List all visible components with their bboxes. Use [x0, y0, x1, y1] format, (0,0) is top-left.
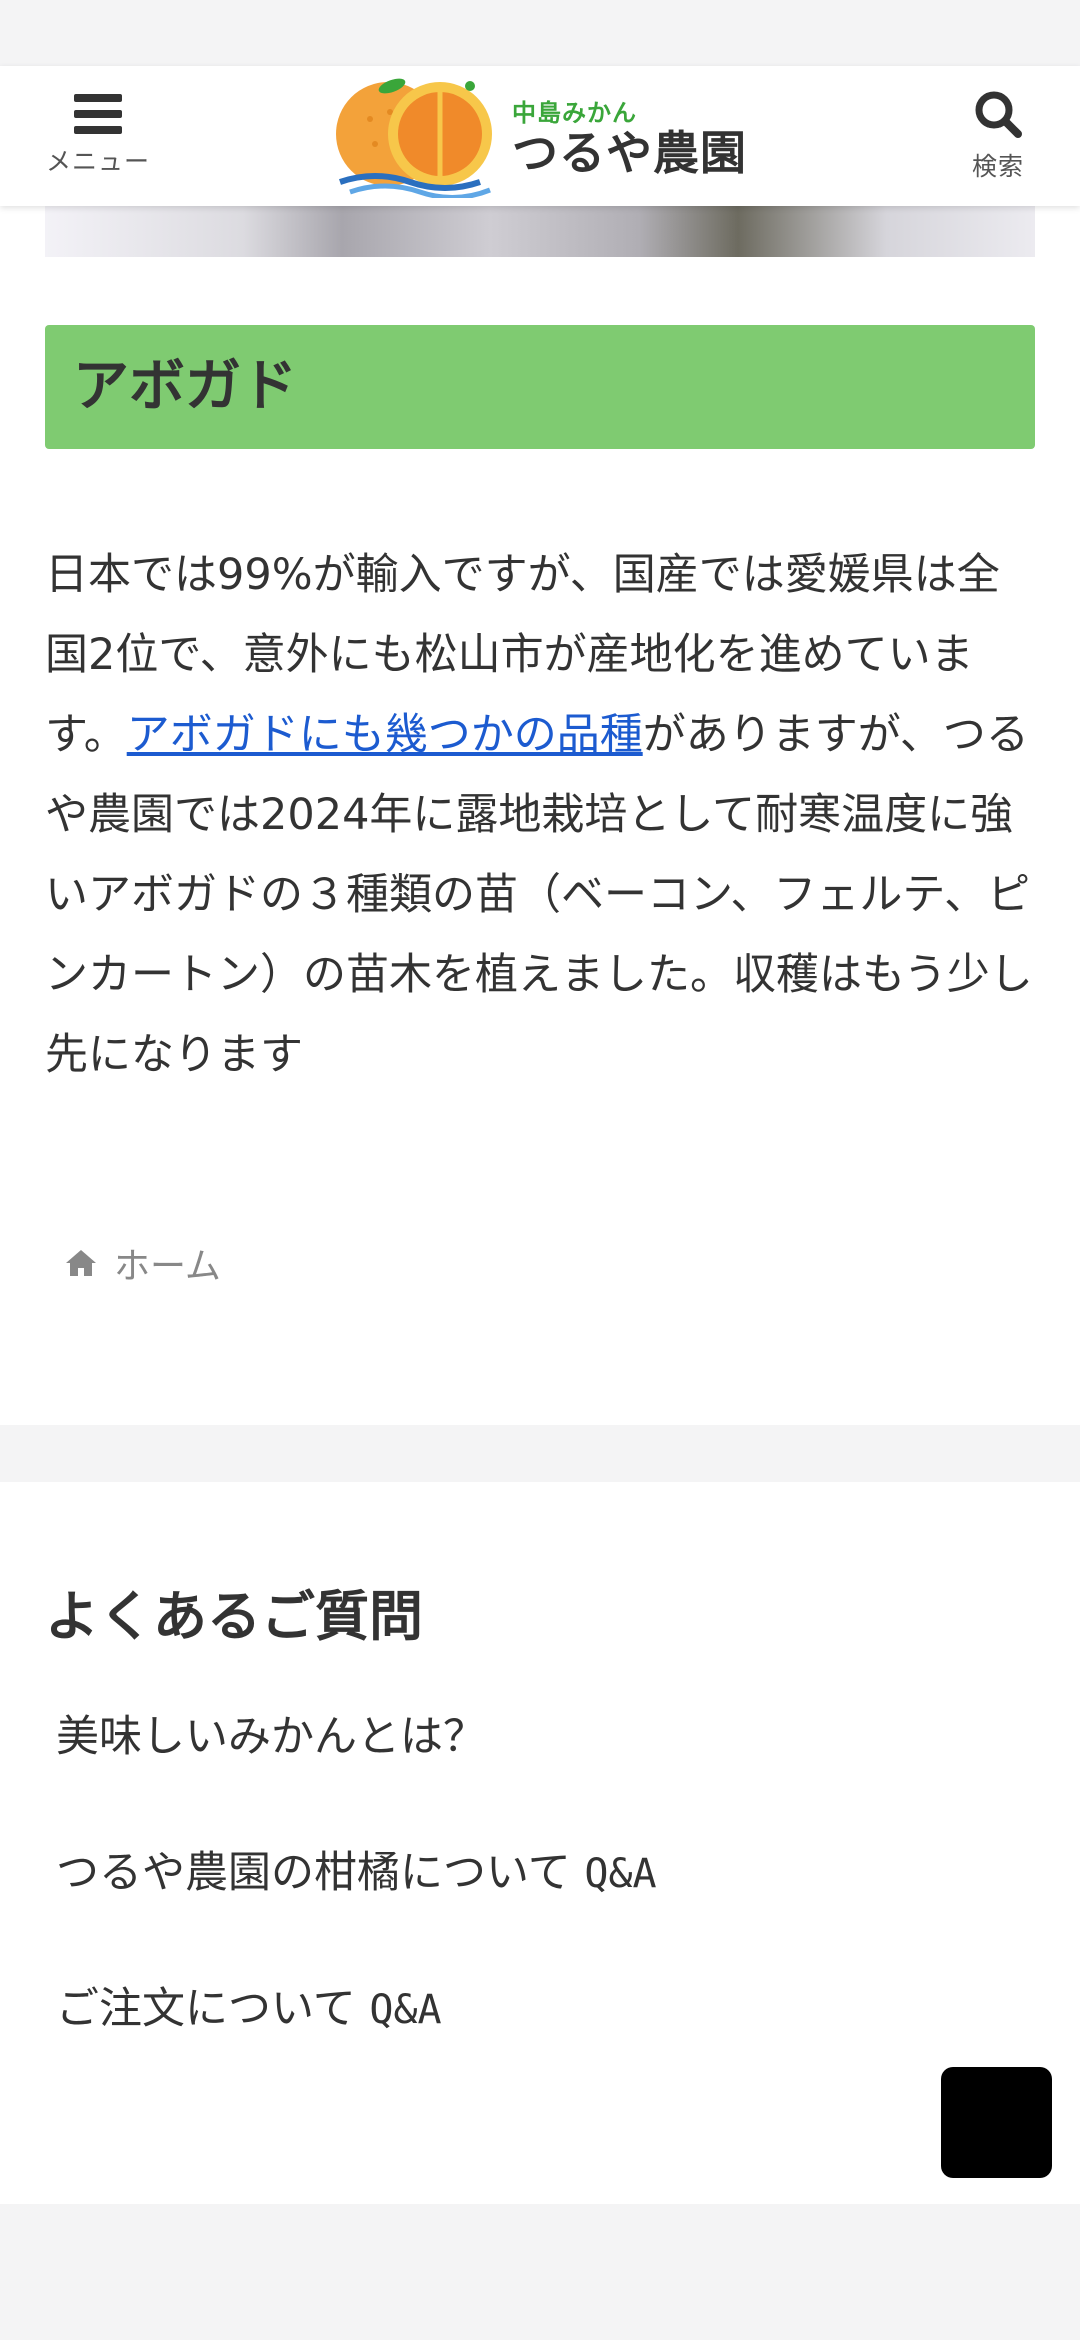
site-header: メニュー 中島みかん つるや農園 検索: [0, 66, 1080, 206]
faq-item-text: ご注文について: [56, 1984, 370, 2034]
faq-item-text: つるや農園の柑橘について: [56, 1848, 585, 1898]
section-title: アボガド: [73, 354, 297, 419]
search-label: 検索: [971, 152, 1024, 181]
article-paragraph: 日本では99%が輸入ですが、国産では愛媛県は全国2位で、意外にも松山市が産地化を…: [45, 535, 1035, 1095]
faq-item-text: 美味しいみかんとは？: [56, 1712, 486, 1762]
faq-item-suffix: Q&A: [369, 1987, 442, 2033]
logo-title: つるや農園: [512, 126, 747, 181]
section-heading-box: アボガド: [45, 325, 1035, 449]
faq-title: よくあるご質問: [45, 1585, 423, 1648]
varieties-link[interactable]: アボガドにも幾つかの品種: [127, 710, 643, 760]
faq-item[interactable]: 美味しいみかんとは？: [56, 1702, 486, 1764]
article-card: アボガド 日本では99%が輸入ですが、国産では愛媛県は全国2位で、意外にも松山市…: [0, 195, 1080, 1425]
floating-action-button[interactable]: [941, 2067, 1052, 2178]
faq-item[interactable]: つるや農園の柑橘について Q&A: [56, 1838, 657, 1900]
faq-card: よくあるご質問 美味しいみかんとは？ つるや農園の柑橘について Q&A ご注文に…: [0, 1482, 1080, 2204]
faq-item[interactable]: ご注文について Q&A: [56, 1974, 442, 2036]
search-icon: [975, 91, 1022, 138]
search-button[interactable]: 検索: [928, 66, 1068, 206]
breadcrumb-home-label: ホーム: [114, 1246, 221, 1287]
menu-label: メニュー: [45, 147, 150, 176]
hamburger-icon: [74, 94, 122, 134]
breadcrumb-home[interactable]: ホーム: [64, 1235, 221, 1291]
menu-button[interactable]: メニュー: [28, 66, 168, 206]
paragraph-text-2: がありますが、つるや農園では2024年に露地栽培として耐寒温度に強いアボガドの３…: [45, 710, 1033, 1080]
home-icon: [66, 1250, 96, 1276]
faq-item-suffix: Q&A: [584, 1851, 657, 1897]
site-logo[interactable]: 中島みかん つるや農園: [330, 74, 750, 198]
logo-subtitle: 中島みかん: [512, 99, 637, 128]
orange-logo-icon: [336, 78, 492, 198]
